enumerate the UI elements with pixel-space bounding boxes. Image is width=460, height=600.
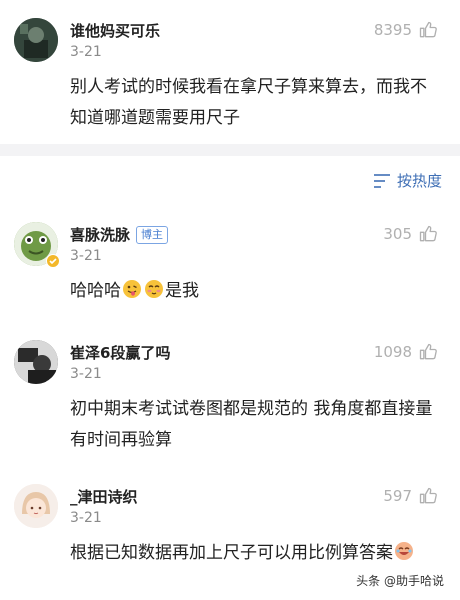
avatar[interactable] (14, 340, 58, 384)
avatar[interactable] (14, 18, 58, 62)
comment-item: 喜脉洗脉 博主 3-21 305 哈哈哈 是我 (0, 204, 460, 322)
like-count: 1098 (373, 343, 412, 361)
avatar-image-icon (14, 340, 58, 384)
like-button[interactable]: 305 (383, 224, 438, 244)
comment-text-prefix: 哈哈哈 (70, 281, 121, 301)
tongue-out-emoji-icon (123, 280, 141, 298)
comment-date: 3-21 (70, 44, 102, 60)
thumb-up-icon (419, 487, 437, 504)
section-separator (0, 144, 460, 156)
comment-text: 哈哈哈 是我 (70, 276, 438, 307)
comment-text-suffix: 是我 (165, 281, 199, 301)
comment-date: 3-21 (70, 366, 102, 382)
avatar[interactable] (14, 484, 58, 528)
like-button[interactable]: 597 (383, 486, 438, 506)
username[interactable]: 谁他妈买可乐 (70, 20, 160, 41)
username[interactable]: 喜脉洗脉 博主 (70, 224, 169, 245)
username[interactable]: _津田诗织 (70, 486, 138, 507)
verified-badge-icon (46, 254, 60, 268)
like-count: 597 (383, 487, 412, 505)
comment-date: 3-21 (70, 510, 102, 526)
like-count: 8395 (373, 21, 412, 39)
thumb-up-icon (419, 225, 437, 242)
sort-label: 按热度 (396, 172, 442, 190)
author-badge: 博主 (136, 226, 169, 244)
anime-avatar-icon (14, 484, 58, 528)
watermark: 头条 @助手哈说 (352, 571, 448, 590)
comment-text: 根据已知数据再加上尺子可以用比例算答案 (70, 538, 438, 569)
like-count: 305 (383, 225, 412, 243)
thumb-up-icon (419, 343, 437, 360)
username-text: 喜脉洗脉 (70, 226, 131, 244)
comment-item: 谁他妈买可乐 3-21 8395 别人考试的时候我看在拿尺子算来算去，而我不知道… (0, 0, 460, 144)
comment-date: 3-21 (70, 248, 102, 264)
username[interactable]: 崔泽6段赢了吗 (70, 342, 170, 363)
sort-by-heat-button[interactable]: 按热度 (373, 170, 442, 191)
sort-bar: 按热度 (0, 156, 460, 204)
comment-text: 别人考试的时候我看在拿尺子算来算去，而我不知道哪道题需要用尺子 (70, 77, 427, 128)
comment-text-content: 根据已知数据再加上尺子可以用比例算答案 (70, 543, 393, 563)
avatar-image-icon (14, 18, 58, 62)
like-button[interactable]: 1098 (374, 342, 438, 362)
shy-emoji-icon (145, 280, 163, 298)
crying-laugh-emoji-icon (395, 542, 413, 560)
comment-item: 崔泽6段赢了吗 3-21 1098 初中期末考试试卷图都是规范的 我角度都直接量… (0, 322, 460, 470)
sort-lines-icon (373, 173, 390, 188)
thumb-up-icon (419, 21, 437, 38)
comment-text: 初中期末考试试卷图都是规范的 我角度都直接量 有时间再验算 (70, 399, 433, 450)
like-button[interactable]: 8395 (374, 20, 438, 40)
